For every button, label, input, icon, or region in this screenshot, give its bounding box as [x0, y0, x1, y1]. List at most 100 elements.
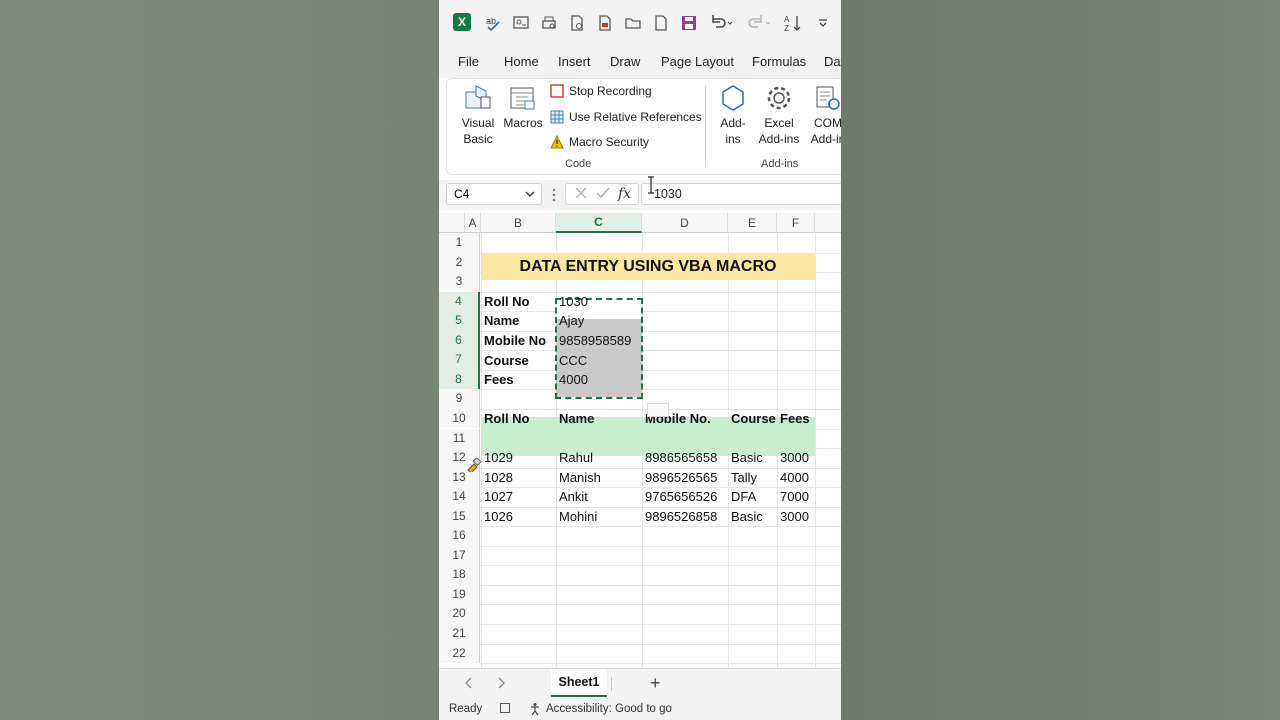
- document-icon[interactable]: [567, 13, 587, 33]
- paste-options-icon[interactable]: [647, 403, 669, 417]
- add-sheet-button[interactable]: +: [650, 673, 661, 694]
- table-header-cell[interactable]: Roll No: [481, 409, 556, 429]
- tab-file[interactable]: File: [458, 54, 479, 69]
- table-header-cell[interactable]: Course: [728, 409, 777, 429]
- com-add-ins-button[interactable]: COM Add-in: [805, 83, 841, 147]
- column-header-b[interactable]: B: [481, 213, 556, 233]
- row-header[interactable]: 17: [439, 545, 480, 566]
- table-cell[interactable]: 1026: [481, 507, 556, 527]
- formula-input[interactable]: 1030: [641, 183, 841, 205]
- column-header-e[interactable]: E: [728, 213, 777, 233]
- accessibility-icon[interactable]: [529, 702, 543, 719]
- table-header-cell[interactable]: Fees: [777, 409, 815, 429]
- tab-page-layout[interactable]: Page Layout: [661, 54, 734, 69]
- row-header[interactable]: 3: [439, 272, 480, 292]
- row-header[interactable]: 20: [439, 604, 480, 624]
- row-header[interactable]: 2: [439, 252, 480, 273]
- row-header[interactable]: 11: [439, 428, 480, 449]
- save-icon[interactable]: [679, 13, 699, 33]
- form-value[interactable]: 9858958589: [556, 331, 642, 351]
- undo-icon[interactable]: [707, 13, 735, 33]
- table-cell[interactable]: Manish: [556, 468, 642, 488]
- table-cell[interactable]: 3000: [777, 448, 815, 468]
- table-cell[interactable]: 7000: [777, 487, 815, 507]
- macro-security-button[interactable]: Macro Security: [550, 135, 649, 149]
- sort-icon[interactable]: AZ: [783, 13, 803, 33]
- table-cell[interactable]: 1029: [481, 448, 556, 468]
- form-value[interactable]: Ajay: [556, 311, 642, 331]
- spelling-icon[interactable]: ab: [484, 13, 504, 33]
- table-cell[interactable]: 3000: [777, 507, 815, 527]
- form-label[interactable]: Mobile No: [481, 331, 556, 351]
- save-as-icon[interactable]: [595, 13, 615, 33]
- form-label[interactable]: Name: [481, 311, 556, 331]
- table-cell[interactable]: Basic: [728, 507, 777, 527]
- insert-function-button[interactable]: fx: [618, 186, 631, 202]
- table-cell[interactable]: 9896526565: [642, 468, 728, 488]
- open-folder-icon[interactable]: [623, 13, 643, 33]
- column-header-d[interactable]: D: [642, 213, 728, 233]
- name-box[interactable]: C4: [446, 183, 542, 205]
- tab-data[interactable]: Dat: [824, 54, 841, 69]
- sheet-tab-sheet1[interactable]: Sheet1: [551, 669, 607, 697]
- row-header[interactable]: 9: [439, 389, 480, 409]
- table-cell[interactable]: Tally: [728, 468, 777, 488]
- tab-home[interactable]: Home: [504, 54, 539, 69]
- row-header[interactable]: 7: [439, 350, 480, 370]
- table-cell[interactable]: Ankit: [556, 487, 642, 507]
- cancel-icon[interactable]: [574, 186, 588, 203]
- table-cell[interactable]: 9896526858: [642, 507, 728, 527]
- table-cell[interactable]: 4000: [777, 468, 815, 488]
- row-header[interactable]: 15: [439, 506, 480, 527]
- visual-basic-button[interactable]: Visual Basic: [454, 83, 502, 147]
- row-header[interactable]: 4: [439, 291, 480, 312]
- row-header[interactable]: 18: [439, 565, 480, 585]
- print-preview-icon[interactable]: [539, 13, 559, 33]
- table-cell[interactable]: 8986565658: [642, 448, 728, 468]
- redo-icon[interactable]: [745, 13, 773, 33]
- enter-check-icon[interactable]: [596, 186, 610, 203]
- macro-record-icon[interactable]: [500, 703, 510, 713]
- row-header[interactable]: 19: [439, 584, 480, 605]
- form-label[interactable]: Fees: [481, 370, 556, 390]
- row-header[interactable]: 22: [439, 643, 480, 664]
- tab-insert[interactable]: Insert: [558, 54, 591, 69]
- form-label[interactable]: Roll No: [481, 292, 556, 312]
- row-header[interactable]: 8: [439, 369, 480, 390]
- table-header-cell[interactable]: Name: [556, 409, 642, 429]
- row-header[interactable]: 1: [439, 233, 480, 253]
- next-sheet-icon[interactable]: [496, 676, 506, 695]
- form-value[interactable]: 1030: [556, 292, 642, 312]
- row-header[interactable]: 21: [439, 624, 480, 644]
- table-cell[interactable]: 1027: [481, 487, 556, 507]
- form-value[interactable]: 4000: [556, 370, 642, 390]
- new-file-icon[interactable]: [651, 13, 671, 33]
- table-cell[interactable]: DFA: [728, 487, 777, 507]
- row-header[interactable]: 5: [439, 311, 480, 331]
- more-options-icon[interactable]: [552, 188, 556, 205]
- tab-draw[interactable]: Draw: [610, 54, 640, 69]
- excel-add-ins-button[interactable]: Excel Add-ins: [756, 83, 802, 147]
- previous-sheet-icon[interactable]: [464, 676, 474, 695]
- customize-toolbar-icon[interactable]: [813, 13, 833, 33]
- accessibility-status[interactable]: Accessibility: Good to go: [546, 703, 672, 715]
- paste-brush-icon[interactable]: [466, 456, 482, 477]
- column-header-f[interactable]: F: [777, 213, 815, 233]
- column-header-g[interactable]: [815, 213, 841, 233]
- form-value[interactable]: CCC: [556, 350, 642, 370]
- macros-button[interactable]: Macros: [501, 83, 545, 131]
- row-header[interactable]: 10: [439, 408, 480, 429]
- table-cell[interactable]: Rahul: [556, 448, 642, 468]
- stop-recording-button[interactable]: Stop Recording: [550, 84, 652, 98]
- table-cell[interactable]: 9765656526: [642, 487, 728, 507]
- chevron-down-icon[interactable]: [525, 187, 535, 204]
- select-all-corner[interactable]: [439, 213, 465, 233]
- table-cell[interactable]: Mohini: [556, 507, 642, 527]
- row-header[interactable]: 14: [439, 487, 480, 507]
- tab-formulas[interactable]: Formulas: [752, 54, 806, 69]
- relative-references-button[interactable]: Use Relative References: [550, 110, 702, 124]
- sheet-title[interactable]: DATA ENTRY USING VBA MACRO: [481, 253, 815, 280]
- column-header-c[interactable]: C: [556, 213, 642, 233]
- row-header[interactable]: 6: [439, 330, 480, 351]
- column-header-a[interactable]: A: [465, 213, 481, 233]
